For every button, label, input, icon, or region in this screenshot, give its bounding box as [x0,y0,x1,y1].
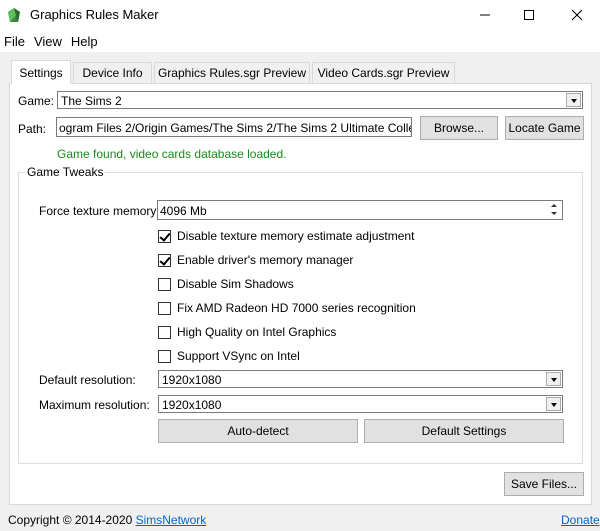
path-input[interactable]: ogram Files 2/Origin Games/The Sims 2/Th… [56,117,412,137]
path-input-value: ogram Files 2/Origin Games/The Sims 2/Th… [59,121,412,135]
default-resolution-label: Default resolution: [39,373,136,387]
option-disable-sim-shadows[interactable]: Disable Sim Shadows [158,276,294,292]
menu-file[interactable]: File [0,34,29,49]
game-select-value: The Sims 2 [61,94,122,108]
window-title: Graphics Rules Maker [30,7,159,22]
option-fix-amd-radeon[interactable]: Fix AMD Radeon HD 7000 series recognitio… [158,300,416,316]
close-icon [571,9,583,21]
app-icon [8,8,20,22]
texture-memory-label: Force texture memory: [39,204,160,218]
path-label: Path: [18,122,47,136]
option-high-quality-intel[interactable]: High Quality on Intel Graphics [158,324,336,340]
default-resolution-select[interactable]: 1920x1080 [158,370,563,388]
maximize-icon [524,10,534,20]
menu-view[interactable]: View [30,34,66,49]
chevron-down-icon[interactable] [546,372,561,386]
spin-up-icon[interactable] [548,202,561,210]
game-select[interactable]: The Sims 2 [57,91,583,109]
option-disable-texture-estimate[interactable]: Disable texture memory estimate adjustme… [158,228,414,244]
copyright-text: Copyright © 2014-2020 SimsNetwork [8,513,206,527]
maximize-button[interactable] [506,0,552,30]
maximum-resolution-value: 1920x1080 [162,398,222,412]
maximum-resolution-select[interactable]: 1920x1080 [158,395,563,413]
checkbox-disable-sim-shadows[interactable] [158,277,171,291]
option-label: Disable texture memory estimate adjustme… [177,229,415,243]
checkbox-disable-texture-estimate[interactable] [158,229,171,243]
game-tweaks-title: Game Tweaks [25,165,106,179]
default-settings-button[interactable]: Default Settings [364,419,564,443]
auto-detect-button[interactable]: Auto-detect [158,419,358,443]
menu-help[interactable]: Help [67,34,102,49]
minimize-button[interactable] [462,0,508,30]
menu-bar: File View Help [0,30,600,52]
title-bar: Graphics Rules Maker [0,0,600,30]
option-enable-driver-memory-manager[interactable]: Enable driver's memory manager [158,252,353,268]
checkbox-vsync-intel[interactable] [158,349,171,363]
chevron-down-icon[interactable] [566,93,581,107]
option-label: High Quality on Intel Graphics [177,325,337,339]
tab-graphics-rules-preview[interactable]: Graphics Rules.sgr Preview [154,62,310,83]
minimize-icon [480,14,490,16]
spin-down-icon[interactable] [548,210,561,218]
locate-game-button[interactable]: Locate Game [505,116,584,140]
default-resolution-value: 1920x1080 [162,373,222,387]
option-label: Disable Sim Shadows [177,277,294,291]
simsnetwork-link[interactable]: SimsNetwork [136,513,207,527]
copyright-label: Copyright © 2014-2020 [8,513,136,527]
browse-button[interactable]: Browse... [420,116,498,140]
option-label: Enable driver's memory manager [177,253,354,267]
status-message: Game found, video cards database loaded. [57,147,287,161]
checkbox-enable-driver-memory-manager[interactable] [158,253,171,267]
tab-device-info[interactable]: Device Info [73,62,152,83]
maximum-resolution-label: Maximum resolution: [39,398,150,412]
checkbox-high-quality-intel[interactable] [158,325,171,339]
texture-memory-stepper[interactable]: 4096 Mb [157,200,563,220]
close-button[interactable] [554,0,600,30]
chevron-down-icon[interactable] [546,397,561,411]
checkbox-fix-amd-radeon[interactable] [158,301,171,315]
option-label: Fix AMD Radeon HD 7000 series recognitio… [177,301,416,315]
save-files-button[interactable]: Save Files... [504,472,584,496]
option-vsync-intel[interactable]: Support VSync on Intel [158,348,300,364]
texture-memory-value: 4096 Mb [160,204,207,218]
game-label: Game: [18,94,55,108]
option-label: Support VSync on Intel [177,349,300,363]
donate-link[interactable]: Donate [561,513,600,527]
tab-video-cards-preview[interactable]: Video Cards.sgr Preview [312,62,455,83]
tab-settings[interactable]: Settings [11,60,71,84]
